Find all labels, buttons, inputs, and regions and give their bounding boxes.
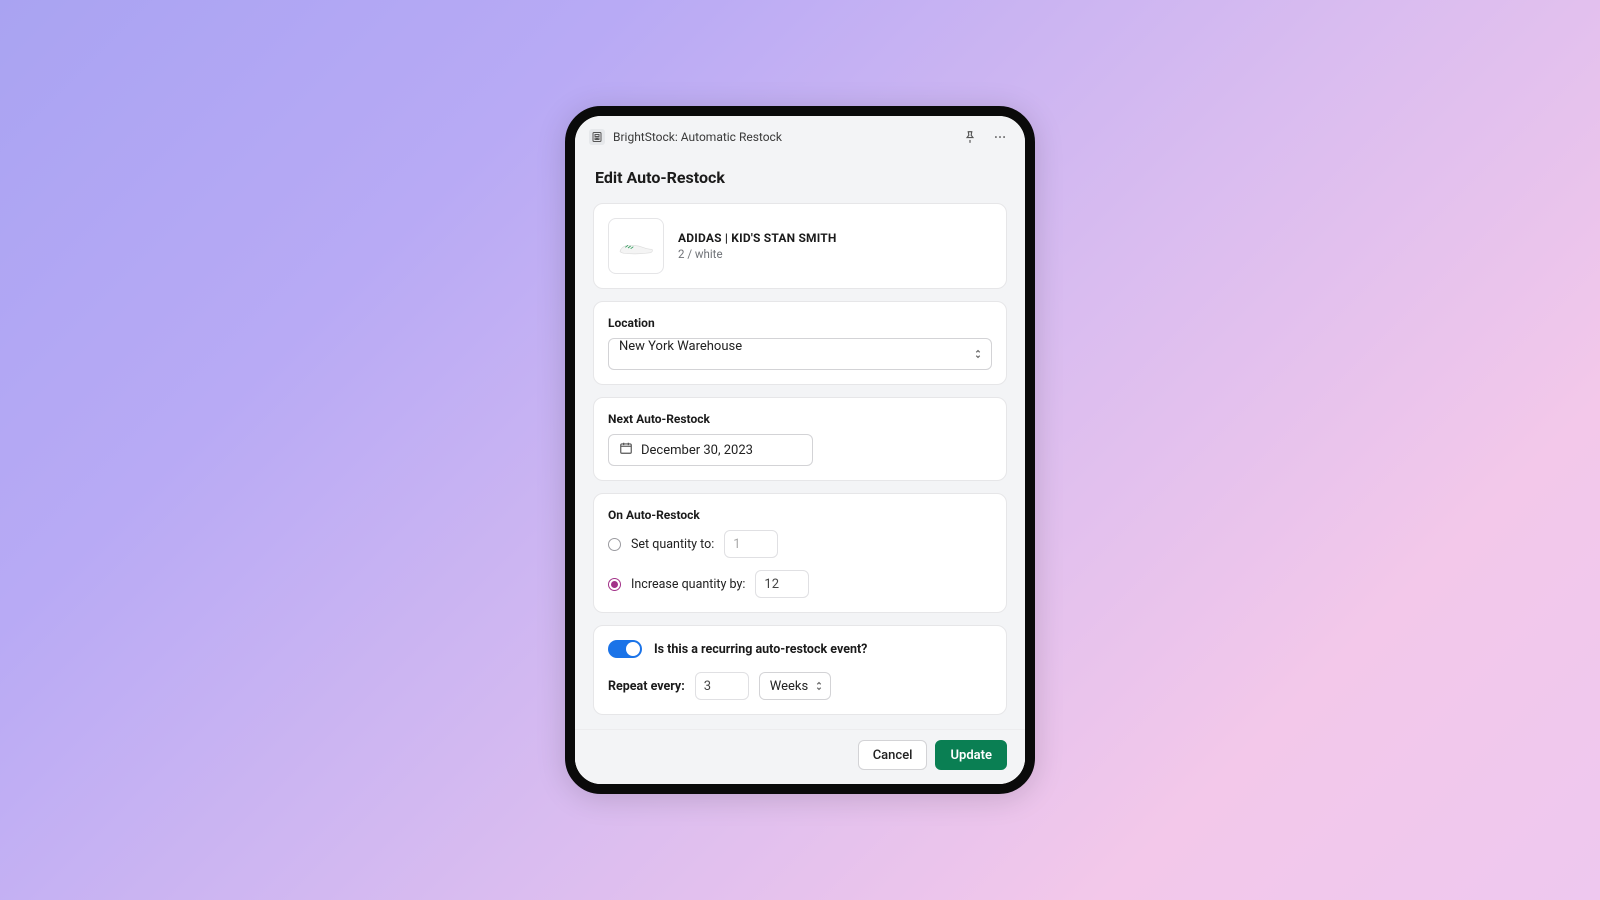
next-restock-card: Next Auto-Restock December 30, 2023 [593, 397, 1007, 481]
set-quantity-input[interactable] [724, 530, 778, 558]
chevron-updown-icon [814, 680, 824, 692]
app-title: BrightStock: Automatic Restock [613, 130, 951, 144]
date-input[interactable]: December 30, 2023 [608, 434, 813, 466]
screen: BrightStock: Automatic Restock Edit Auto… [575, 116, 1025, 784]
page-title: Edit Auto-Restock [593, 162, 1007, 191]
repeat-unit-select[interactable]: Weeks [759, 672, 831, 700]
footer: Cancel Update [575, 729, 1025, 784]
cancel-button[interactable]: Cancel [858, 740, 928, 770]
chevron-updown-icon [973, 348, 983, 360]
date-value: December 30, 2023 [641, 443, 753, 458]
product-thumbnail [608, 218, 664, 274]
content: Edit Auto-Restock ADIDAS | KID'S STAN SM… [575, 158, 1025, 729]
on-restock-card: On Auto-Restock Set quantity to: Increas… [593, 493, 1007, 613]
location-value: New York Warehouse [619, 339, 742, 354]
on-restock-label: On Auto-Restock [608, 508, 992, 522]
location-select[interactable]: New York Warehouse [608, 338, 992, 370]
pin-icon[interactable] [959, 126, 981, 148]
product-info: ADIDAS | KID'S STAN SMITH 2 / white [678, 231, 837, 261]
repeat-unit-value: Weeks [770, 679, 808, 694]
product-card: ADIDAS | KID'S STAN SMITH 2 / white [593, 203, 1007, 289]
increase-quantity-row: Increase quantity by: [608, 570, 992, 598]
update-button[interactable]: Update [935, 740, 1007, 770]
recurring-toggle-row: Is this a recurring auto-restock event? [608, 640, 992, 658]
product-variant: 2 / white [678, 247, 837, 261]
repeat-value-input[interactable] [695, 672, 749, 700]
recurring-toggle[interactable] [608, 640, 642, 658]
topbar: BrightStock: Automatic Restock [575, 116, 1025, 158]
repeat-row: Repeat every: Weeks [608, 672, 992, 700]
set-quantity-row: Set quantity to: [608, 530, 992, 558]
radio-set-quantity[interactable] [608, 538, 621, 551]
increase-quantity-label: Increase quantity by: [631, 577, 745, 592]
more-icon[interactable] [989, 126, 1011, 148]
device-frame: BrightStock: Automatic Restock Edit Auto… [565, 106, 1035, 794]
repeat-label: Repeat every: [608, 679, 685, 694]
product-name: ADIDAS | KID'S STAN SMITH [678, 231, 837, 245]
set-quantity-label: Set quantity to: [631, 537, 714, 552]
location-label: Location [608, 316, 992, 330]
app-icon [589, 129, 605, 145]
location-card: Location New York Warehouse [593, 301, 1007, 385]
recurring-toggle-label: Is this a recurring auto-restock event? [654, 642, 867, 657]
calendar-icon [619, 441, 633, 459]
radio-increase-quantity[interactable] [608, 578, 621, 591]
next-restock-label: Next Auto-Restock [608, 412, 992, 426]
recurring-card: Is this a recurring auto-restock event? … [593, 625, 1007, 715]
increase-quantity-input[interactable] [755, 570, 809, 598]
